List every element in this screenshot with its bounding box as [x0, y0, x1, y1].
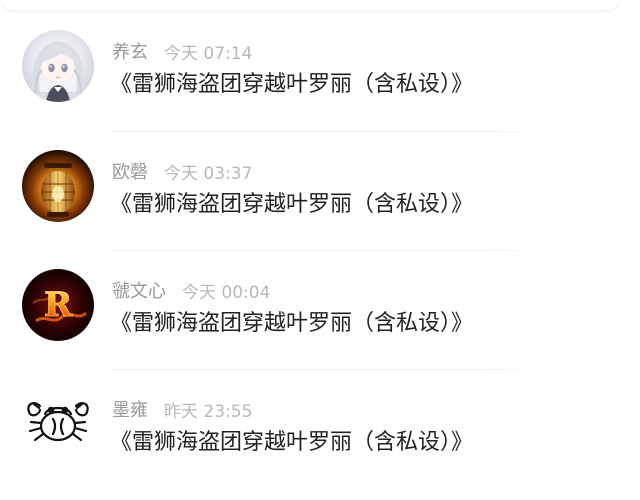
comment-meta: 欧磬 今天 03:37	[112, 158, 252, 184]
comment-text[interactable]: 《雷狮海盗团穿越叶罗丽（含私设）》	[110, 426, 620, 460]
lantern-avatar-graphic	[22, 150, 94, 222]
fire-letter-r: R	[44, 285, 73, 325]
comment-text[interactable]: 《雷狮海盗团穿越叶罗丽（含私设）》	[110, 68, 620, 102]
comment-feed-page: 养玄 今天 07:14 《雷狮海盗团穿越叶罗丽（含私设）》 欧磬 今天 03:3…	[0, 0, 640, 500]
username[interactable]: 虢文心	[112, 277, 166, 303]
comment-text[interactable]: 《雷狮海盗团穿越叶罗丽（含私设）》	[110, 188, 620, 222]
list-item[interactable]: 欧磬 今天 03:37 《雷狮海盗团穿越叶罗丽（含私设）》	[0, 132, 640, 251]
comment-feed: 养玄 今天 07:14 《雷狮海盗团穿越叶罗丽（含私设）》 欧磬 今天 03:3…	[0, 12, 640, 488]
list-item[interactable]: R 虢文心 今天 00:04 《雷狮海盗团穿越叶罗丽（含私设）》	[0, 251, 640, 370]
comment-text[interactable]: 《雷狮海盗团穿越叶罗丽（含私设）》	[110, 307, 620, 341]
timestamp: 昨天 23:55	[164, 401, 253, 422]
lantern-avatar-icon[interactable]	[22, 150, 94, 222]
timestamp: 今天 07:14	[164, 43, 253, 64]
comment-meta: 墨雍 昨天 23:55	[112, 396, 252, 422]
username[interactable]: 养玄	[112, 38, 148, 64]
top-card-edge	[0, 0, 620, 10]
bottom-fade	[0, 488, 640, 500]
timestamp: 今天 00:04	[182, 282, 271, 303]
crab-avatar-icon[interactable]	[22, 388, 94, 460]
crab-avatar-graphic	[22, 388, 94, 460]
username[interactable]: 欧磬	[112, 158, 148, 184]
anime-girl-avatar-graphic	[22, 30, 94, 102]
timestamp: 今天 03:37	[164, 163, 253, 184]
username[interactable]: 墨雍	[112, 396, 148, 422]
comment-meta: 养玄 今天 07:14	[112, 38, 252, 64]
comment-meta: 虢文心 今天 00:04	[112, 277, 270, 303]
list-item[interactable]: 墨雍 昨天 23:55 《雷狮海盗团穿越叶罗丽（含私设）》	[0, 370, 640, 488]
fire-letter-r-avatar-graphic: R	[22, 269, 94, 341]
fire-letter-r-avatar-icon[interactable]: R	[22, 269, 94, 341]
anime-girl-avatar-icon[interactable]	[22, 30, 94, 102]
list-item[interactable]: 养玄 今天 07:14 《雷狮海盗团穿越叶罗丽（含私设）》	[0, 12, 640, 132]
